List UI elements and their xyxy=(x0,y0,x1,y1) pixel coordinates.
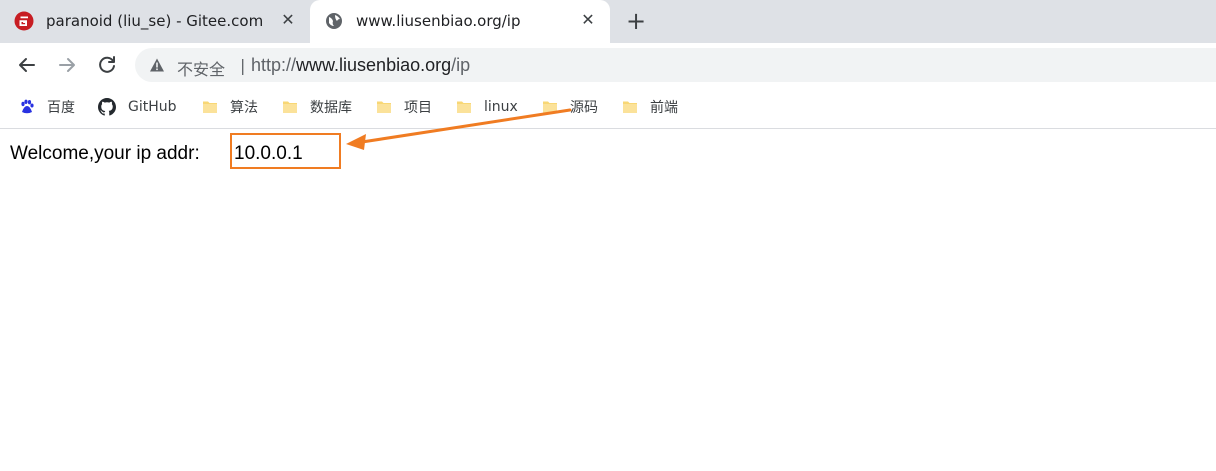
annotation-arrow xyxy=(346,108,572,150)
